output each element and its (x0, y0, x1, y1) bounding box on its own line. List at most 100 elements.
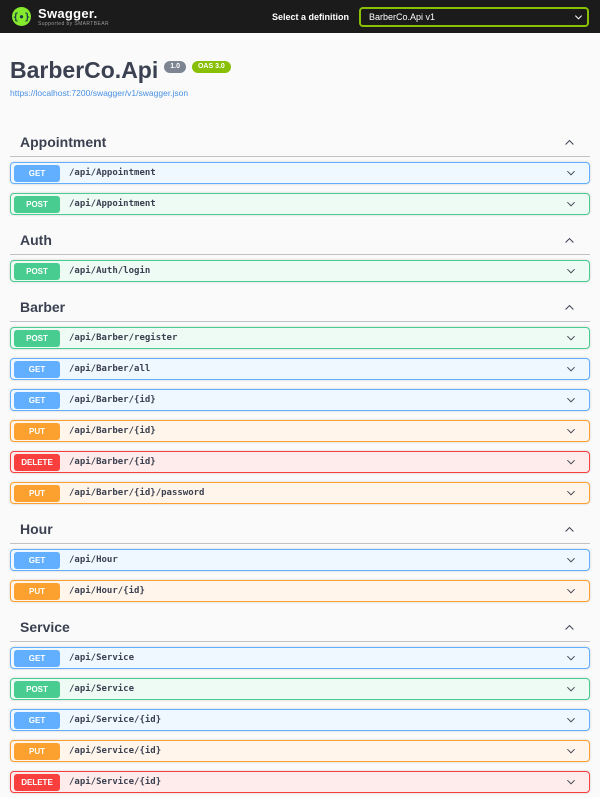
chevron-down-icon[interactable] (565, 714, 577, 726)
method-badge: GET (14, 392, 60, 409)
chevron-down-icon[interactable] (565, 198, 577, 210)
method-badge: GET (14, 361, 60, 378)
method-badge: GET (14, 552, 60, 569)
method-badge: POST (14, 330, 60, 347)
endpoint-path: /api/Barber/{id} (69, 395, 156, 405)
method-badge: GET (14, 650, 60, 667)
chevron-down-icon[interactable] (565, 425, 577, 437)
endpoint-row[interactable]: GET /api/Hour (10, 549, 590, 571)
operations-list: GET /api/Service POST /api/Service GET /… (10, 647, 590, 793)
chevron-down-icon[interactable] (565, 394, 577, 406)
chevron-down-icon[interactable] (565, 487, 577, 499)
section-header-appointment[interactable]: Appointment (10, 130, 590, 157)
page-title: BarberCo.Api (10, 59, 158, 82)
endpoint-row[interactable]: DELETE /api/Barber/{id} (10, 451, 590, 473)
chevron-up-icon[interactable] (563, 301, 576, 314)
endpoint-row[interactable]: PUT /api/Barber/{id} (10, 420, 590, 442)
select-definition-label: Select a definition (272, 12, 349, 22)
endpoint-path: /api/Service (69, 653, 134, 663)
swagger-logo[interactable]: {∙} Swagger. Supported by SMARTBEAR (11, 6, 109, 27)
chevron-up-icon[interactable] (563, 136, 576, 149)
endpoint-path: /api/Barber/all (69, 364, 150, 374)
endpoint-row[interactable]: POST /api/Auth/login (10, 260, 590, 282)
topbar: {∙} Swagger. Supported by SMARTBEAR Sele… (0, 0, 600, 33)
method-badge: GET (14, 712, 60, 729)
endpoint-row[interactable]: PUT /api/Barber/{id}/password (10, 482, 590, 504)
endpoint-row[interactable]: PUT /api/Hour/{id} (10, 580, 590, 602)
endpoint-path: /api/Service/{id} (69, 715, 161, 725)
api-section: Auth POST /api/Auth/login (10, 228, 590, 282)
api-section: Hour GET /api/Hour PUT /api/Hour/{id} (10, 517, 590, 602)
chevron-up-icon[interactable] (563, 621, 576, 634)
endpoint-row[interactable]: POST /api/Service (10, 678, 590, 700)
endpoint-row[interactable]: GET /api/Barber/{id} (10, 389, 590, 411)
section-title: Appointment (20, 134, 106, 150)
chevron-up-icon[interactable] (563, 523, 576, 536)
section-title: Auth (20, 232, 52, 248)
chevron-down-icon[interactable] (565, 332, 577, 344)
chevron-down-icon[interactable] (565, 554, 577, 566)
sections: Appointment GET /api/Appointment POST /a… (10, 130, 590, 793)
endpoint-path: /api/Barber/{id} (69, 457, 156, 467)
endpoint-path: /api/Appointment (69, 199, 156, 209)
method-badge: DELETE (14, 454, 60, 471)
endpoint-path: /api/Service (69, 684, 134, 694)
chevron-down-icon[interactable] (565, 683, 577, 695)
method-badge: PUT (14, 743, 60, 760)
chevron-down-icon[interactable] (565, 745, 577, 757)
chevron-down-icon[interactable] (565, 776, 577, 788)
section-header-hour[interactable]: Hour (10, 517, 590, 544)
endpoint-row[interactable]: GET /api/Service (10, 647, 590, 669)
section-title: Hour (20, 521, 53, 537)
definition-select[interactable]: BarberCo.Api v1 (359, 7, 589, 27)
operations-list: GET /api/Hour PUT /api/Hour/{id} (10, 549, 590, 602)
version-badge: 1.0 (164, 61, 186, 73)
chevron-down-icon[interactable] (565, 265, 577, 277)
method-badge: POST (14, 681, 60, 698)
operations-list: GET /api/Appointment POST /api/Appointme… (10, 162, 590, 215)
endpoint-path: /api/Hour/{id} (69, 586, 145, 596)
endpoint-row[interactable]: DELETE /api/Service/{id} (10, 771, 590, 793)
method-badge: DELETE (14, 774, 60, 791)
section-header-barber[interactable]: Barber (10, 295, 590, 322)
endpoint-path: /api/Service/{id} (69, 777, 161, 787)
chevron-down-icon[interactable] (565, 456, 577, 468)
chevron-down-icon[interactable] (565, 652, 577, 664)
api-section: Service GET /api/Service POST /api/Servi… (10, 615, 590, 793)
smartbear-tagline: Supported by SMARTBEAR (38, 22, 109, 27)
endpoint-path: /api/Hour (69, 555, 118, 565)
method-badge: PUT (14, 423, 60, 440)
endpoint-path: /api/Barber/{id}/password (69, 488, 204, 498)
endpoint-path: /api/Auth/login (69, 266, 150, 276)
endpoint-path: /api/Barber/register (69, 333, 177, 343)
section-header-auth[interactable]: Auth (10, 228, 590, 255)
operations-list: POST /api/Barber/register GET /api/Barbe… (10, 327, 590, 504)
endpoint-row[interactable]: GET /api/Appointment (10, 162, 590, 184)
chevron-up-icon[interactable] (563, 234, 576, 247)
spec-url-link[interactable]: https://localhost:7200/swagger/v1/swagge… (10, 88, 188, 98)
chevron-down-icon[interactable] (565, 363, 577, 375)
info-section: BarberCo.Api 1.0 OAS 3.0 https://localho… (10, 59, 590, 101)
swagger-logo-text: Swagger. (38, 7, 109, 20)
endpoint-path: /api/Service/{id} (69, 746, 161, 756)
method-badge: PUT (14, 583, 60, 600)
chevron-down-icon[interactable] (565, 167, 577, 179)
endpoint-row[interactable]: PUT /api/Service/{id} (10, 740, 590, 762)
endpoint-path: /api/Barber/{id} (69, 426, 156, 436)
endpoint-row[interactable]: GET /api/Barber/all (10, 358, 590, 380)
method-badge: PUT (14, 485, 60, 502)
method-badge: POST (14, 196, 60, 213)
endpoint-row[interactable]: POST /api/Barber/register (10, 327, 590, 349)
endpoint-row[interactable]: POST /api/Appointment (10, 193, 590, 215)
endpoint-path: /api/Appointment (69, 168, 156, 178)
section-header-service[interactable]: Service (10, 615, 590, 642)
operations-list: POST /api/Auth/login (10, 260, 590, 282)
chevron-down-icon[interactable] (565, 585, 577, 597)
section-title: Service (20, 619, 70, 635)
swagger-logo-icon: {∙} (11, 6, 32, 27)
method-badge: GET (14, 165, 60, 182)
api-section: Appointment GET /api/Appointment POST /a… (10, 130, 590, 215)
section-title: Barber (20, 299, 65, 315)
endpoint-row[interactable]: GET /api/Service/{id} (10, 709, 590, 731)
svg-text:{∙}: {∙} (13, 12, 30, 23)
